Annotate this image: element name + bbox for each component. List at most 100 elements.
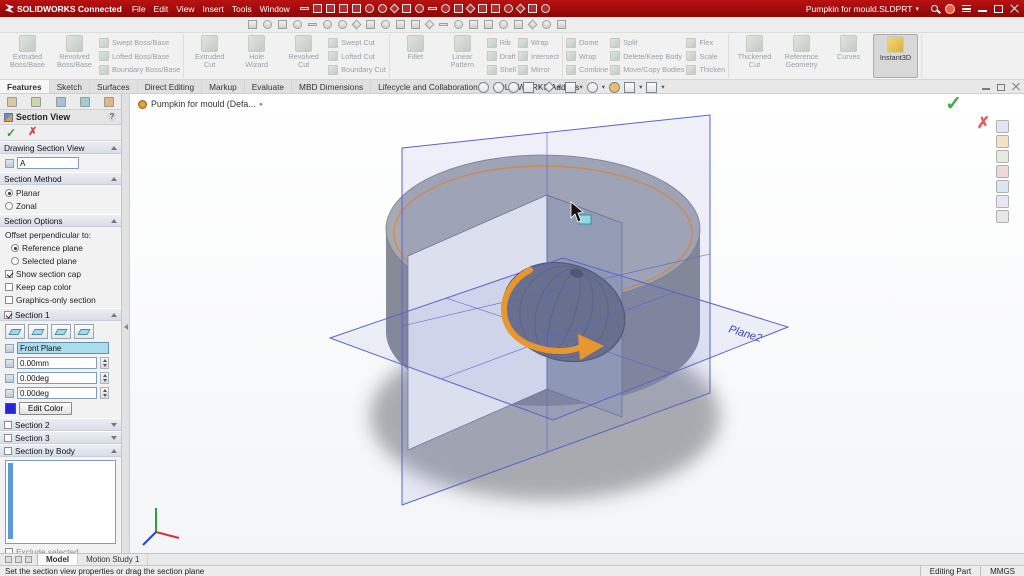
close-button[interactable]	[1010, 5, 1019, 13]
display-style-icon[interactable]	[565, 82, 576, 93]
home-tab-icon[interactable]	[996, 120, 1009, 133]
section-view-caret[interactable]: ▾	[538, 82, 541, 93]
tab-model[interactable]: Model	[37, 554, 78, 565]
section2-checkbox[interactable]	[4, 421, 12, 429]
y-rotation-input[interactable]	[17, 387, 97, 399]
maximize-button[interactable]	[994, 5, 1003, 13]
display-style-caret[interactable]: ▾	[580, 82, 583, 93]
ribbon-button-combine[interactable]: Combine	[566, 63, 608, 76]
point-tool-icon[interactable]	[454, 20, 463, 29]
group-section-3[interactable]: Section 3	[0, 431, 121, 444]
group-section-method[interactable]: Section Method	[0, 172, 121, 185]
dimxpertmanager-tab[interactable]	[73, 94, 97, 109]
ribbon-button-boundary-cut[interactable]: Boundary Cut	[328, 63, 386, 76]
check-keep-cap-color[interactable]: Keep cap color	[5, 282, 116, 292]
tab-direct-editing[interactable]: Direct Editing	[138, 80, 202, 93]
pin-icon[interactable]	[300, 7, 309, 10]
ribbon-button-swept-cut[interactable]: Swept Cut	[328, 36, 386, 49]
file-explorer-icon[interactable]	[996, 150, 1009, 163]
redo-icon[interactable]	[378, 4, 387, 13]
ribbon-button-revolved-boss-base[interactable]: Revolved Boss/Base	[52, 34, 97, 78]
ribbon-button-boundary-boss-base[interactable]: Boundary Boss/Base	[99, 63, 180, 76]
panel-collapse-strip[interactable]	[122, 94, 130, 553]
select-tool-icon[interactable]	[248, 20, 257, 29]
ribbon-button-curves[interactable]: Curves	[826, 34, 871, 78]
section-icon[interactable]	[528, 4, 537, 13]
breadcrumb-expand-icon[interactable]: ▸	[260, 100, 264, 108]
edit-appearance-icon[interactable]	[609, 82, 620, 93]
document-switch-caret-icon[interactable]: ▾	[915, 5, 919, 13]
ribbon-button-hole-wizard[interactable]: Hole Wizard	[234, 34, 279, 78]
group-drawing-section-view[interactable]: Drawing Section View	[0, 141, 121, 154]
lasso-icon[interactable]	[263, 20, 272, 29]
radio-planar[interactable]: Planar	[5, 188, 116, 198]
group-section-1[interactable]: Section 1	[0, 308, 121, 321]
section-label-input[interactable]	[17, 157, 79, 169]
spline-tool-icon[interactable]	[352, 20, 362, 30]
plane-tool-icon[interactable]	[425, 20, 435, 30]
selected-plane-button[interactable]	[74, 324, 94, 339]
previous-view-icon[interactable]	[508, 82, 519, 93]
trim-entities-icon[interactable]	[366, 20, 375, 29]
cancel-button[interactable]: ✗	[28, 127, 37, 138]
axis-tool-icon[interactable]	[439, 23, 448, 26]
graphics-viewport[interactable]: Plane2 Pumpkin for mould (Defa... ▸ ✓ ✗	[130, 94, 1024, 553]
view-settings-icon[interactable]	[646, 82, 657, 93]
pattern-icon[interactable]	[491, 4, 500, 13]
menu-insert[interactable]: Insert	[198, 4, 227, 14]
top-plane-button[interactable]	[28, 324, 48, 339]
units-status[interactable]: MMGS	[980, 566, 1024, 576]
appearances-icon[interactable]	[996, 165, 1009, 178]
search-icon[interactable]	[931, 5, 938, 12]
group-section-2[interactable]: Section 2	[0, 418, 121, 431]
new-document-icon[interactable]	[313, 4, 322, 13]
mirror-entities-icon[interactable]	[396, 20, 405, 29]
offset-distance-input[interactable]	[17, 357, 97, 369]
view-orientation-icon[interactable]	[541, 4, 550, 13]
x-rotation-stepper[interactable]	[100, 372, 109, 384]
breadcrumb[interactable]: Pumpkin for mould (Defa... ▸	[138, 99, 263, 109]
ribbon-button-mirror[interactable]: Mirror	[518, 63, 559, 76]
tab-evaluate[interactable]: Evaluate	[245, 80, 292, 93]
configurationmanager-tab[interactable]	[48, 94, 72, 109]
offset-distance-stepper[interactable]	[100, 357, 109, 369]
ribbon-button-split[interactable]: Split	[610, 36, 684, 49]
arc-tool-icon[interactable]	[323, 20, 332, 29]
section-color-swatch[interactable]	[5, 403, 16, 414]
ribbon-button-linear-pattern[interactable]: Linear Pattern	[440, 34, 485, 78]
line-icon[interactable]	[428, 7, 437, 10]
radio-selected-plane[interactable]: Selected plane	[5, 256, 116, 266]
design-library-icon[interactable]	[996, 135, 1009, 148]
x-rotation-input[interactable]	[17, 372, 97, 384]
sketch-pattern-icon[interactable]	[411, 20, 420, 29]
circle-tool-icon[interactable]	[338, 20, 347, 29]
ribbon-button-lofted-boss-base[interactable]: Lofted Boss/Base	[99, 50, 180, 63]
custom-properties-icon[interactable]	[996, 195, 1009, 208]
view-orientation-icon[interactable]	[544, 81, 555, 92]
ribbon-button-revolved-cut[interactable]: Revolved Cut	[281, 34, 326, 78]
ribbon-button-lofted-cut[interactable]: Lofted Cut	[328, 50, 386, 63]
ribbon-button-dome[interactable]: Dome	[566, 36, 608, 49]
menu-file[interactable]: File	[128, 4, 150, 14]
ok-button[interactable]: ✓	[6, 127, 16, 139]
menu-view[interactable]: View	[172, 4, 198, 14]
fillet-icon[interactable]	[504, 4, 513, 13]
ribbon-button-rib[interactable]: Rib	[487, 36, 516, 49]
document-title[interactable]: Pumpkin for mould.SLDPRT ▾	[806, 4, 919, 14]
ribbon-button-extruded-cut[interactable]: Extruded Cut	[187, 34, 232, 78]
apply-scene-icon[interactable]	[624, 82, 635, 93]
radio-zonal[interactable]: Zonal	[5, 201, 116, 211]
tab-surfaces[interactable]: Surfaces	[90, 80, 138, 93]
hide-show-items-icon[interactable]	[587, 82, 598, 93]
menu-window[interactable]: Window	[256, 4, 294, 14]
view-orientation-caret[interactable]: ▾	[557, 82, 560, 93]
view-settings-caret[interactable]: ▾	[661, 82, 664, 93]
ribbon-button-delete-keep-body[interactable]: Delete/Keep Body	[610, 50, 684, 63]
group-section-options[interactable]: Section Options	[0, 214, 121, 227]
scenes-icon[interactable]	[996, 180, 1009, 193]
featuremanager-tree-tab[interactable]	[0, 94, 24, 109]
zoom-fit-icon[interactable]	[478, 82, 489, 93]
appearance-tool-icon[interactable]	[542, 20, 551, 29]
forum-icon[interactable]	[996, 210, 1009, 223]
circle-icon[interactable]	[441, 4, 450, 13]
